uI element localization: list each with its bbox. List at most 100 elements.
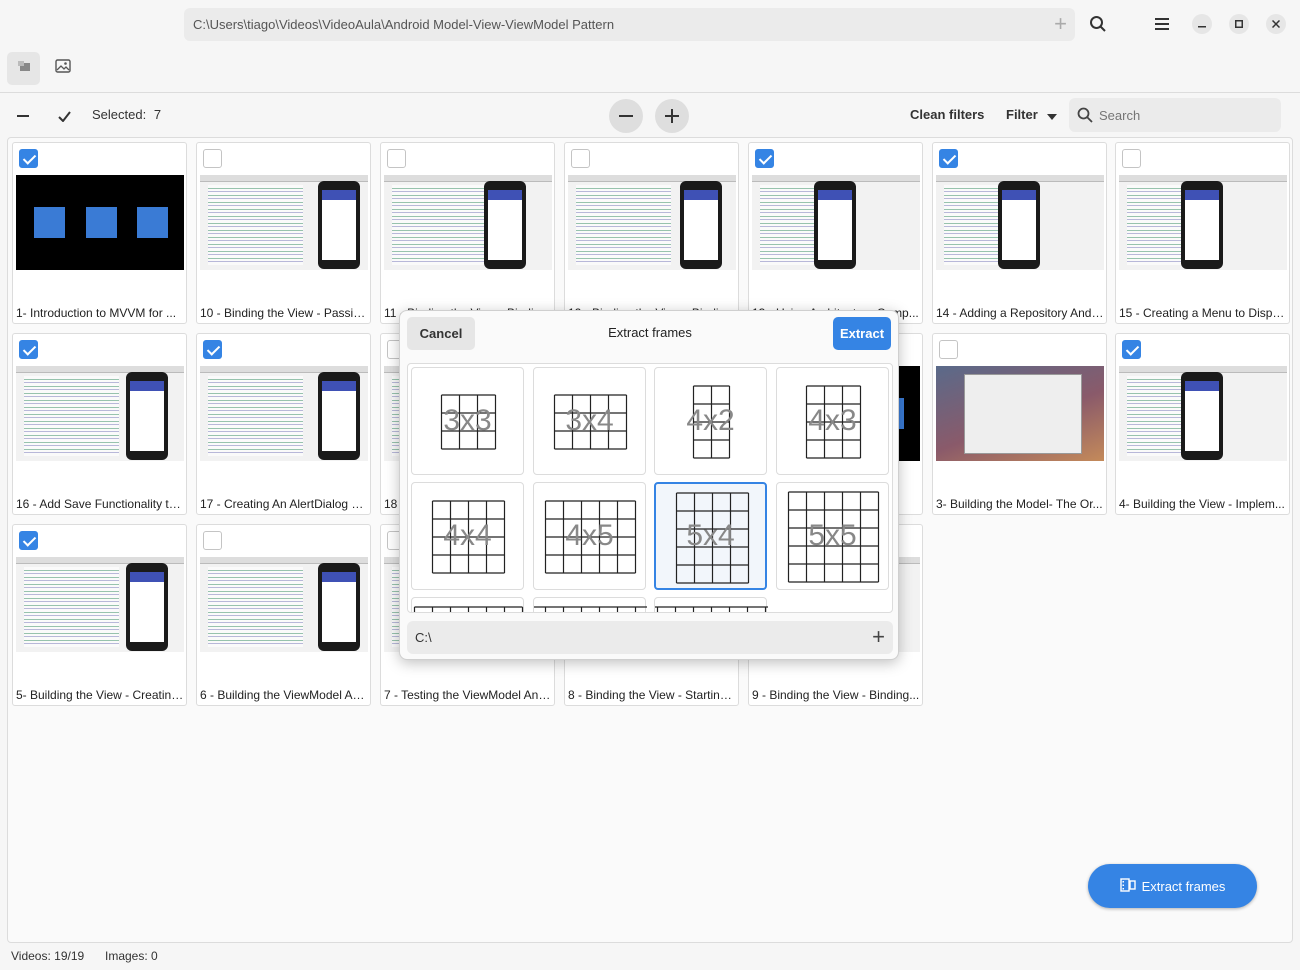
video-checkbox[interactable]: [203, 531, 222, 550]
grid-option[interactable]: 4x2: [654, 367, 767, 475]
grid-option-label: 5x5: [808, 519, 857, 552]
video-card[interactable]: 5- Building the View - Creating...: [12, 524, 187, 706]
video-title: 1- Introduction to MVVM for ...: [16, 306, 177, 320]
maximize-icon[interactable]: [1229, 14, 1249, 34]
grid-option-icon: [534, 606, 647, 612]
video-checkbox[interactable]: [387, 149, 406, 168]
video-title: 3- Building the Model- The Or...: [936, 497, 1103, 511]
videos-mode-button[interactable]: [7, 52, 40, 85]
thumbnail-window: [964, 374, 1082, 454]
add-path-icon[interactable]: +: [1054, 8, 1067, 39]
thumbnail-box: [86, 207, 117, 238]
grid-option[interactable]: [411, 597, 524, 612]
grid-option[interactable]: 5x4: [654, 482, 767, 590]
video-checkbox[interactable]: [939, 149, 958, 168]
video-card[interactable]: 13 - Using Architecture Comp...: [748, 142, 923, 324]
thumbnail-code: [208, 376, 303, 456]
video-card[interactable]: 3- Building the Model- The Or...: [932, 333, 1107, 515]
deselect-all-icon[interactable]: [9, 102, 37, 130]
output-path-bar[interactable]: C:\ +: [407, 621, 893, 654]
selected-number: 7: [153, 107, 162, 122]
grid-option[interactable]: 3x4: [533, 367, 646, 475]
clean-filters-button[interactable]: Clean filters: [910, 107, 984, 122]
video-thumbnail: [16, 557, 184, 652]
thumbnail-phone: [318, 372, 360, 460]
video-title: 15 - Creating a Menu to Displa...: [1119, 306, 1287, 320]
close-icon[interactable]: [1266, 14, 1286, 34]
path-text: C:\Users\tiago\Videos\VideoAula\Android …: [193, 17, 615, 32]
separator: [0, 92, 1300, 93]
video-card[interactable]: 10 - Binding the View - Passin...: [196, 142, 371, 324]
filter-dropdown[interactable]: Filter: [1006, 107, 1058, 123]
video-card[interactable]: 16 - Add Save Functionality to ...: [12, 333, 187, 515]
video-checkbox[interactable]: [203, 340, 222, 359]
grid-option[interactable]: 3x3: [411, 367, 524, 475]
search-field-icon: [1077, 107, 1093, 128]
minimize-icon[interactable]: [1192, 14, 1212, 34]
grid-option[interactable]: 4x4: [411, 482, 524, 590]
zoom-in-button[interactable]: [655, 99, 689, 133]
zoom-out-button[interactable]: [609, 99, 643, 133]
chevron-down-icon: [1047, 108, 1058, 123]
thumbnail-phone: [1181, 181, 1223, 269]
video-card[interactable]: 4- Building the View - Implem...: [1115, 333, 1290, 515]
search-box[interactable]: [1069, 98, 1281, 132]
video-checkbox[interactable]: [19, 340, 38, 359]
grid-option[interactable]: [533, 597, 647, 612]
thumbnail-phone: [680, 181, 722, 269]
video-checkbox[interactable]: [19, 531, 38, 550]
extract-frames-button[interactable]: Extract frames: [1088, 864, 1257, 908]
grid-option[interactable]: 4x3: [776, 367, 889, 475]
thumbnail-box: [34, 207, 65, 238]
extract-button[interactable]: Extract: [833, 317, 891, 350]
video-title: 8 - Binding the View - Starting ...: [568, 688, 736, 702]
grid-option-label: 4x4: [443, 519, 492, 552]
thumbnail-code: [576, 185, 671, 265]
grid-option[interactable]: 5x5: [776, 482, 889, 590]
thumbnail-phone: [484, 181, 526, 269]
grid-option[interactable]: [654, 597, 768, 612]
images-mode-button[interactable]: [46, 52, 79, 85]
dialog-title: Extract frames: [608, 325, 692, 340]
video-checkbox[interactable]: [19, 149, 38, 168]
video-checkbox[interactable]: [1122, 149, 1141, 168]
thumbnail-phone: [998, 181, 1040, 269]
thumbnail-phone: [1181, 372, 1223, 460]
selected-label: Selected:: [92, 107, 147, 122]
header-bar: C:\Users\tiago\Videos\VideoAula\Android …: [0, 0, 1300, 48]
menu-icon[interactable]: [1148, 10, 1176, 38]
grid-option-label: 5x4: [686, 519, 735, 552]
video-card[interactable]: 12 - Binding the View - Bindi...: [564, 142, 739, 324]
search-input[interactable]: [1099, 98, 1269, 132]
video-title: 9 - Binding the View - Binding...: [752, 688, 920, 702]
path-bar[interactable]: C:\Users\tiago\Videos\VideoAula\Android …: [184, 8, 1075, 41]
videos-icon: [17, 59, 31, 78]
video-checkbox[interactable]: [755, 149, 774, 168]
video-title: 5- Building the View - Creating...: [16, 688, 184, 702]
video-card[interactable]: 17 - Creating An AlertDialog w...: [196, 333, 371, 515]
grid-option-icon: [413, 606, 524, 612]
video-thumbnail: [1119, 366, 1287, 461]
video-checkbox[interactable]: [571, 149, 590, 168]
video-thumbnail: [200, 175, 368, 270]
video-card[interactable]: 1- Introduction to MVVM for ...: [12, 142, 187, 324]
video-card[interactable]: 15 - Creating a Menu to Displa...: [1115, 142, 1290, 324]
video-thumbnail: [752, 175, 920, 270]
add-output-path-icon[interactable]: +: [872, 621, 885, 652]
extract-frames-label: Extract frames: [1141, 878, 1226, 894]
search-icon[interactable]: [1084, 10, 1112, 38]
video-card[interactable]: 6 - Building the ViewModel An...: [196, 524, 371, 706]
thumbnail-phone: [126, 563, 168, 651]
video-title: 10 - Binding the View - Passin...: [200, 306, 368, 320]
video-thumbnail: [568, 175, 736, 270]
video-checkbox[interactable]: [1122, 340, 1141, 359]
select-all-icon[interactable]: [50, 102, 78, 130]
grid-option-label: 4x3: [808, 404, 857, 437]
grid-option[interactable]: 4x5: [533, 482, 646, 590]
video-card[interactable]: 11 - Binding the View - Bindi...: [380, 142, 555, 324]
video-card[interactable]: 14 - Adding a Repository Andr...: [932, 142, 1107, 324]
video-thumbnail: [384, 175, 552, 270]
video-checkbox[interactable]: [203, 149, 222, 168]
thumbnail-code: [392, 185, 487, 265]
video-checkbox[interactable]: [939, 340, 958, 359]
